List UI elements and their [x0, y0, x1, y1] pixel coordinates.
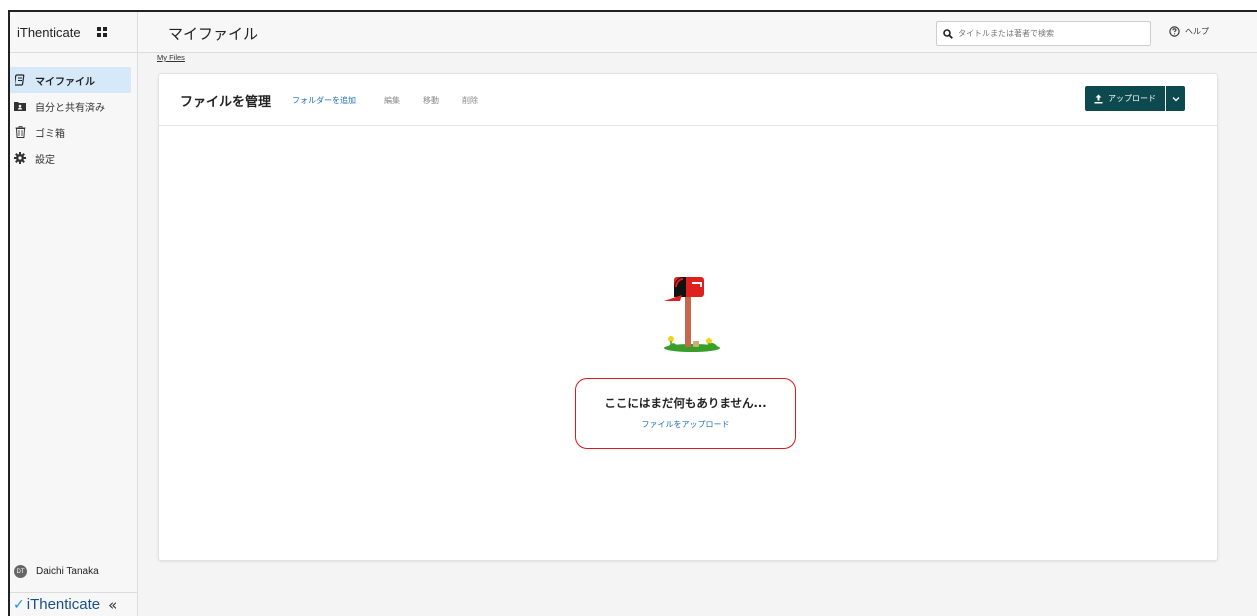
upload-options-chevron-down-icon[interactable]: [1165, 86, 1185, 111]
empty-state-title: ここにはまだ何もありません...: [604, 396, 767, 410]
brand-row: iThenticate: [10, 12, 137, 53]
sidebar-nav: マイファイル 自分と共有済み ゴミ箱 設定: [10, 67, 137, 171]
page-title: マイファイル: [168, 25, 259, 43]
footer-brand: ✓ iThenticate «: [10, 592, 137, 616]
sidebar-item-trash[interactable]: ゴミ箱: [10, 119, 131, 145]
sidebar-item-label: マイファイル: [35, 76, 95, 88]
trash-icon: [14, 126, 26, 138]
help-button[interactable]: ヘルプ: [1169, 26, 1209, 37]
sidebar-item-shared[interactable]: 自分と共有済み: [10, 93, 131, 119]
empty-state-callout: ここにはまだ何もありません... ファイルをアップロード: [575, 378, 796, 449]
breadcrumb[interactable]: My Files: [157, 53, 185, 62]
document-icon: [14, 74, 26, 86]
upload-icon: [1094, 94, 1103, 104]
search-box[interactable]: [936, 21, 1151, 46]
top-header: マイファイル ヘルプ: [138, 12, 1257, 53]
upload-button-group: アップロード: [1085, 86, 1185, 111]
file-manager-card: ファイルを管理 フォルダーを追加 編集 移動 削除 アップロード ここにはまだ何…: [158, 73, 1218, 561]
upload-button[interactable]: アップロード: [1085, 86, 1165, 111]
upload-label: アップロード: [1108, 94, 1156, 103]
shared-folder-icon: [14, 100, 26, 112]
edit-button[interactable]: 編集: [384, 95, 400, 106]
checkmark-logo-icon: ✓: [13, 596, 25, 613]
help-label: ヘルプ: [1185, 27, 1209, 36]
sidebar: iThenticate マイファイル 自分と共有済み ゴミ箱 設定 DT Dai…: [10, 12, 138, 616]
delete-button[interactable]: 削除: [462, 95, 478, 106]
sidebar-item-settings[interactable]: 設定: [10, 145, 131, 171]
help-circle-icon: [1169, 26, 1180, 37]
avatar: DT: [14, 565, 27, 578]
sidebar-item-label: 設定: [35, 154, 55, 166]
footer-logo-text: iThenticate: [26, 596, 101, 613]
move-button[interactable]: 移動: [423, 95, 439, 106]
search-input[interactable]: [958, 29, 1138, 38]
mailbox-icon: [664, 276, 720, 352]
user-name: Daichi Tanaka: [36, 566, 99, 577]
user-account[interactable]: DT Daichi Tanaka: [14, 565, 99, 578]
brand-name: iThenticate: [17, 24, 81, 40]
sidebar-item-label: ゴミ箱: [35, 128, 65, 140]
upload-file-link[interactable]: ファイルをアップロード: [576, 419, 795, 430]
collapse-sidebar-icon[interactable]: «: [108, 596, 117, 614]
add-folder-button[interactable]: フォルダーを追加: [292, 95, 356, 106]
sidebar-item-my-files[interactable]: マイファイル: [10, 67, 131, 93]
apps-grid-icon[interactable]: [96, 27, 107, 37]
sidebar-item-label: 自分と共有済み: [35, 102, 105, 114]
file-toolbar: ファイルを管理 フォルダーを追加 編集 移動 削除 アップロード: [159, 74, 1217, 126]
gear-icon: [14, 152, 26, 164]
search-icon: [943, 24, 953, 43]
manage-files-title: ファイルを管理: [180, 95, 272, 110]
